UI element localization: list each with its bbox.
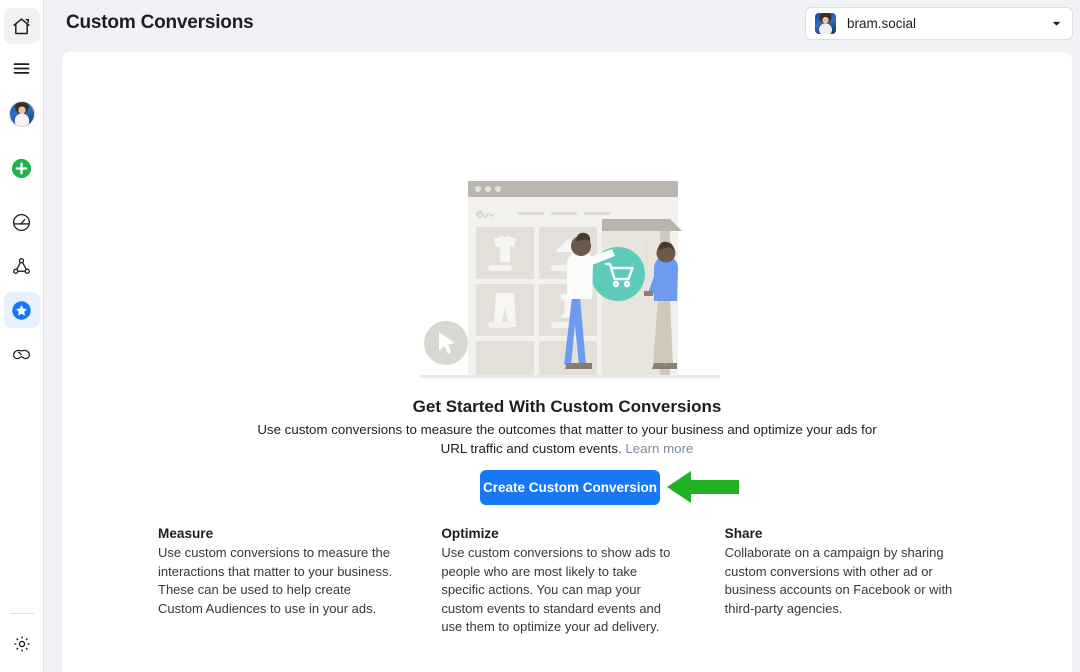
hero-description-text: Use custom conversions to measure the ou…	[257, 422, 877, 456]
account-name: bram.social	[847, 16, 917, 31]
sidebar-item-audiences[interactable]	[4, 248, 40, 284]
hamburger-menu-icon	[13, 62, 30, 74]
sidebar-divider	[9, 613, 34, 614]
sidebar-item-partnerships[interactable]	[4, 336, 40, 372]
feature-body: Collaborate on a campaign by sharing cus…	[724, 545, 953, 616]
content-card: Get Started With Custom Conversions Use …	[62, 52, 1072, 672]
home-icon	[13, 17, 30, 34]
create-custom-conversion-button[interactable]: Create Custom Conversion	[480, 470, 660, 505]
feature-optimize: Optimize Use custom conversions to show …	[441, 526, 724, 637]
feature-share: Share Collaborate on a campaign by shari…	[725, 526, 1008, 637]
star-circle-icon	[12, 300, 31, 320]
chevron-down-icon[interactable]	[1050, 17, 1063, 30]
sidebar-item-performance[interactable]	[4, 204, 40, 240]
learn-more-link[interactable]: Learn more	[625, 441, 693, 456]
gauge-icon	[12, 213, 31, 231]
feature-body: Use custom conversions to show ads to pe…	[441, 545, 671, 634]
feature-title: Optimize	[441, 526, 499, 541]
hero-description: Use custom conversions to measure the ou…	[252, 420, 882, 458]
gear-icon	[13, 636, 30, 652]
user-avatar-icon	[8, 101, 35, 127]
sidebar-item-home[interactable]	[3, 8, 40, 44]
page-title: Custom Conversions	[66, 12, 254, 33]
account-selector[interactable]: bram.social	[805, 7, 1073, 40]
feature-title: Measure	[158, 526, 214, 541]
plus-circle-icon	[11, 158, 32, 178]
sidebar-item-custom-conversions[interactable]	[3, 292, 40, 328]
hero-title: Get Started With Custom Conversions	[412, 397, 722, 416]
sidebar-item-menu[interactable]	[4, 50, 40, 86]
sidebar-item-create[interactable]	[4, 150, 40, 186]
feature-title: Share	[724, 526, 763, 541]
account-avatar	[815, 13, 836, 34]
green-arrow-left-icon	[667, 471, 739, 503]
handshake-icon	[13, 349, 30, 359]
sidebar-item-settings[interactable]	[4, 626, 40, 662]
network-nodes-icon	[13, 257, 30, 274]
sidebar-item-profile[interactable]	[4, 96, 40, 132]
left-sidebar	[0, 0, 44, 672]
feature-columns: Measure Use custom conversions to measur…	[158, 526, 1008, 637]
feature-body: Use custom conversions to measure the in…	[158, 545, 393, 616]
storefront-shopping-illustration	[420, 181, 720, 378]
feature-measure: Measure Use custom conversions to measur…	[158, 526, 441, 637]
